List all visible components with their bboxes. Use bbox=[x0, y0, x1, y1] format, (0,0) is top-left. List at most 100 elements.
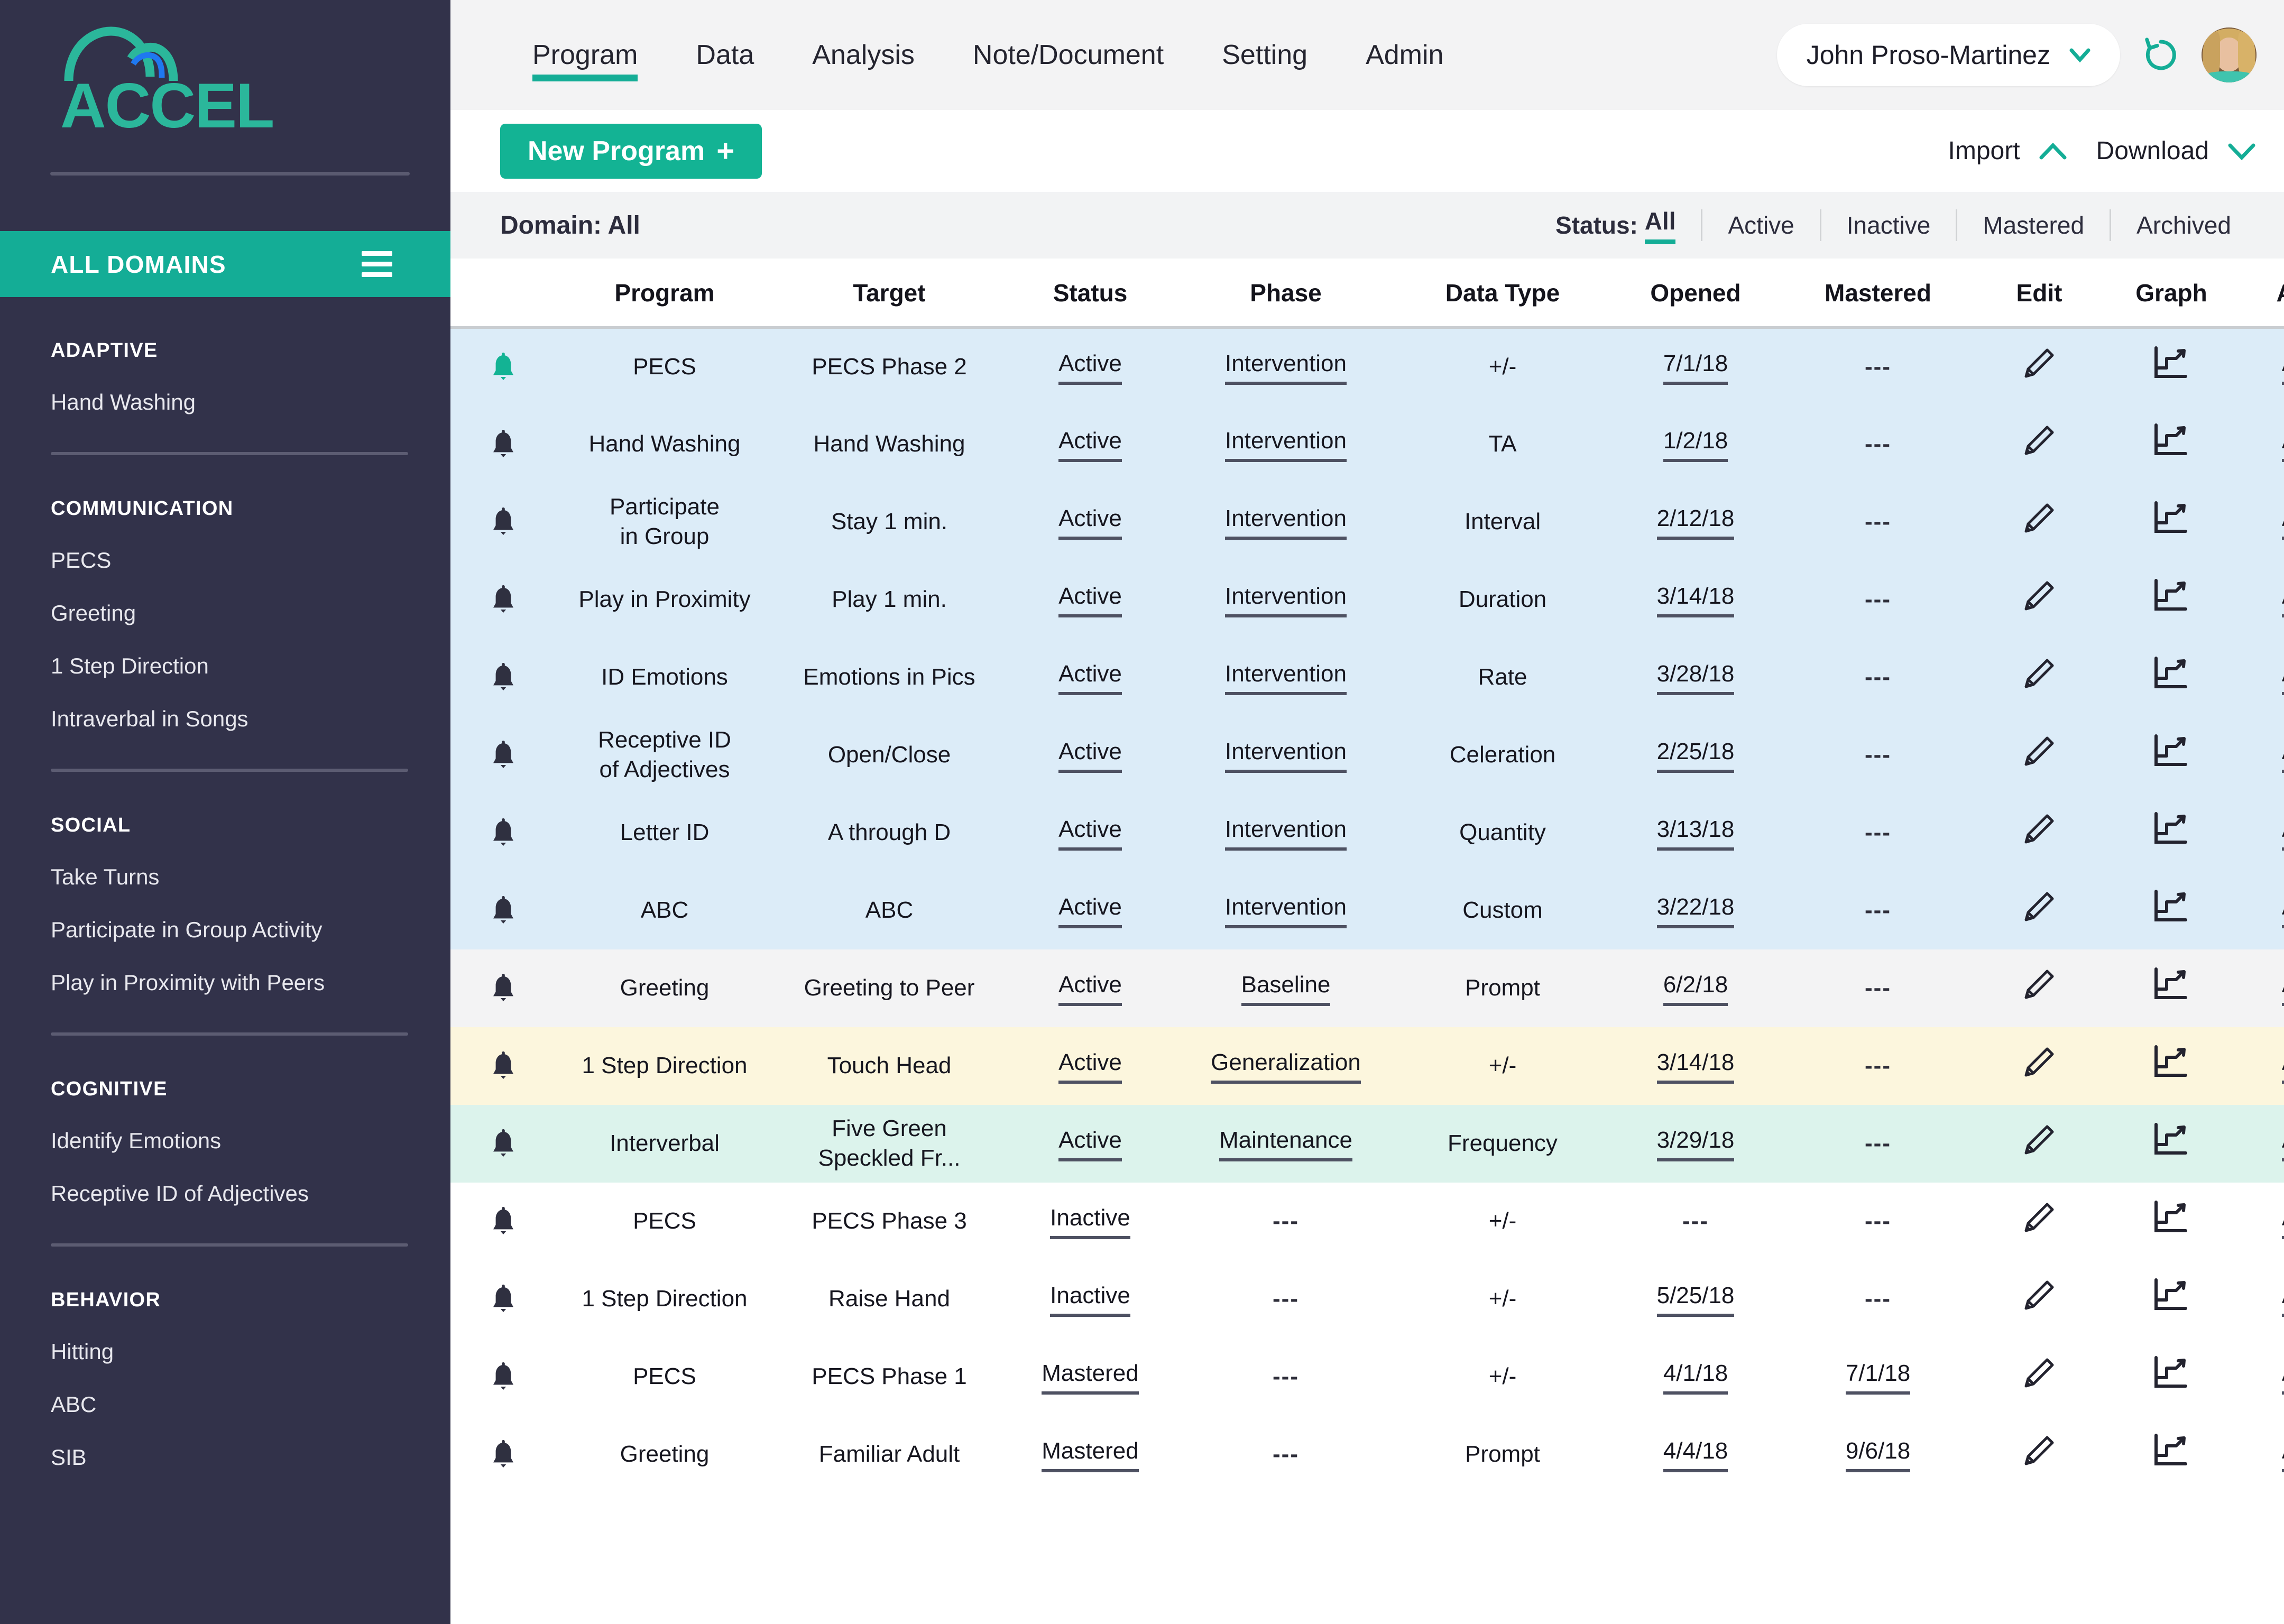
cell-opened[interactable]: 3/29/18 bbox=[1608, 1104, 1783, 1183]
brand-logo[interactable]: ACCEL bbox=[0, 0, 450, 159]
cell-action[interactable]: Action bbox=[2237, 405, 2284, 483]
cell-graph[interactable] bbox=[2105, 483, 2237, 561]
table-row[interactable]: Interverbal Five Green Speckled Fr... Act… bbox=[450, 1104, 2284, 1183]
sidebar-item-sib[interactable]: SIB bbox=[0, 1417, 450, 1470]
notification-bell-icon[interactable] bbox=[490, 585, 517, 613]
cell-phase[interactable]: Intervention bbox=[1175, 405, 1397, 483]
status-link[interactable]: Inactive bbox=[1050, 1203, 1130, 1240]
cell-edit[interactable] bbox=[1973, 1260, 2105, 1338]
cell-edit[interactable] bbox=[1973, 949, 2105, 1027]
cell-edit[interactable] bbox=[1973, 1182, 2105, 1260]
notification-bell-icon[interactable] bbox=[490, 1285, 517, 1312]
status-filter-archived[interactable]: Archived bbox=[2110, 209, 2257, 241]
cell-bell[interactable] bbox=[450, 560, 556, 639]
sidebar-item-pecs[interactable]: PECS bbox=[0, 520, 450, 573]
status-filter-mastered[interactable]: Mastered bbox=[1956, 209, 2110, 241]
hamburger-menu-icon[interactable] bbox=[362, 251, 392, 277]
action-link[interactable]: Action bbox=[2281, 659, 2284, 696]
cell-action[interactable]: Action bbox=[2237, 1182, 2284, 1260]
notification-bell-icon[interactable] bbox=[490, 974, 517, 1001]
sidebar-item-hitting[interactable]: Hitting bbox=[0, 1312, 450, 1364]
tab-analysis[interactable]: Analysis bbox=[783, 0, 944, 110]
edit-pencil-icon[interactable] bbox=[2020, 659, 2059, 698]
tab-admin[interactable]: Admin bbox=[1337, 0, 1472, 110]
status-filter-all[interactable]: Status: All bbox=[1530, 207, 1701, 244]
edit-pencil-icon[interactable] bbox=[2020, 970, 2059, 1009]
cell-graph[interactable] bbox=[2105, 1104, 2237, 1183]
status-link[interactable]: Active bbox=[1058, 349, 1122, 385]
edit-pencil-icon[interactable] bbox=[2020, 1436, 2059, 1475]
cell-status[interactable]: Active bbox=[1006, 483, 1175, 561]
graph-chart-icon[interactable] bbox=[2151, 1355, 2192, 1397]
graph-chart-icon[interactable] bbox=[2151, 1122, 2192, 1164]
cell-mastered[interactable]: --- bbox=[1783, 871, 1973, 949]
edit-pencil-icon[interactable] bbox=[2020, 348, 2059, 388]
cell-mastered[interactable]: --- bbox=[1783, 405, 1973, 483]
cell-phase[interactable]: Baseline bbox=[1175, 949, 1397, 1027]
phase-link[interactable]: Intervention bbox=[1225, 349, 1347, 385]
cell-phase[interactable]: Intervention bbox=[1175, 871, 1397, 949]
opened-date-link[interactable]: 6/2/18 bbox=[1663, 970, 1728, 1007]
cell-action[interactable]: Action bbox=[2237, 327, 2284, 405]
cell-mastered[interactable]: 7/1/18 bbox=[1783, 1337, 1973, 1416]
cell-mastered[interactable]: --- bbox=[1783, 638, 1973, 716]
phase-link[interactable]: Intervention bbox=[1225, 504, 1347, 540]
graph-chart-icon[interactable] bbox=[2151, 1278, 2192, 1319]
opened-date-link[interactable]: 3/28/18 bbox=[1656, 659, 1735, 696]
status-link[interactable]: Inactive bbox=[1050, 1281, 1130, 1317]
cell-edit[interactable] bbox=[1973, 327, 2105, 405]
cell-graph[interactable] bbox=[2105, 793, 2237, 872]
action-link[interactable]: Action bbox=[2281, 1359, 2284, 1395]
table-row[interactable]: Hand Washing Hand Washing Active Interve… bbox=[450, 405, 2284, 483]
cell-phase[interactable]: --- bbox=[1175, 1260, 1397, 1338]
cell-opened[interactable]: 5/25/18 bbox=[1608, 1260, 1783, 1338]
cell-bell[interactable] bbox=[450, 1415, 556, 1493]
status-link[interactable]: Active bbox=[1058, 1048, 1122, 1084]
status-filter-active[interactable]: Active bbox=[1701, 209, 1819, 241]
action-link[interactable]: Action bbox=[2281, 1125, 2284, 1162]
cell-edit[interactable] bbox=[1973, 871, 2105, 949]
cell-opened[interactable]: 3/14/18 bbox=[1608, 1027, 1783, 1105]
cell-phase[interactable]: Intervention bbox=[1175, 638, 1397, 716]
cell-status[interactable]: Active bbox=[1006, 871, 1175, 949]
opened-date-link[interactable]: 3/22/18 bbox=[1656, 892, 1735, 929]
table-row[interactable]: 1 Step Direction Touch Head Active Gener… bbox=[450, 1027, 2284, 1105]
cell-graph[interactable] bbox=[2105, 405, 2237, 483]
cell-bell[interactable] bbox=[450, 871, 556, 949]
mastered-date-link[interactable]: 7/1/18 bbox=[1845, 1359, 1911, 1395]
tab-data[interactable]: Data bbox=[667, 0, 783, 110]
graph-chart-icon[interactable] bbox=[2151, 346, 2192, 387]
cell-mastered[interactable]: 9/6/18 bbox=[1783, 1415, 1973, 1493]
graph-chart-icon[interactable] bbox=[2151, 501, 2192, 542]
tab-setting[interactable]: Setting bbox=[1193, 0, 1337, 110]
phase-link[interactable]: Intervention bbox=[1225, 892, 1347, 929]
phase-link[interactable]: Maintenance bbox=[1219, 1125, 1352, 1162]
notification-bell-icon[interactable] bbox=[490, 508, 517, 535]
cell-bell[interactable] bbox=[450, 793, 556, 872]
cell-status[interactable]: Active bbox=[1006, 716, 1175, 794]
opened-date-link[interactable]: 5/25/18 bbox=[1656, 1281, 1735, 1317]
status-link[interactable]: Active bbox=[1058, 970, 1122, 1007]
cell-opened[interactable]: 1/2/18 bbox=[1608, 405, 1783, 483]
cell-bell[interactable] bbox=[450, 1337, 556, 1416]
status-link[interactable]: Active bbox=[1058, 1125, 1122, 1162]
graph-chart-icon[interactable] bbox=[2151, 423, 2192, 464]
action-link[interactable]: Action bbox=[2281, 1436, 2284, 1473]
status-filter-inactive[interactable]: Inactive bbox=[1819, 209, 1956, 241]
notification-bell-icon[interactable] bbox=[490, 896, 517, 924]
cell-action[interactable]: Action bbox=[2237, 1104, 2284, 1183]
sidebar-item-1-step-direction[interactable]: 1 Step Direction bbox=[0, 626, 450, 679]
cell-mastered[interactable]: --- bbox=[1783, 1104, 1973, 1183]
notification-bell-icon[interactable] bbox=[490, 741, 517, 768]
graph-chart-icon[interactable] bbox=[2151, 1200, 2192, 1241]
cell-phase[interactable]: Intervention bbox=[1175, 483, 1397, 561]
cell-action[interactable]: Action bbox=[2237, 949, 2284, 1027]
edit-pencil-icon[interactable] bbox=[2020, 581, 2059, 621]
cell-graph[interactable] bbox=[2105, 638, 2237, 716]
action-link[interactable]: Action bbox=[2281, 892, 2284, 929]
cell-graph[interactable] bbox=[2105, 949, 2237, 1027]
sidebar-item-play-in-proximity-with-peers[interactable]: Play in Proximity with Peers bbox=[0, 943, 450, 995]
cell-action[interactable]: Action bbox=[2237, 1337, 2284, 1416]
action-link[interactable]: Action bbox=[2281, 582, 2284, 618]
opened-date-link[interactable]: 7/1/18 bbox=[1663, 349, 1728, 385]
